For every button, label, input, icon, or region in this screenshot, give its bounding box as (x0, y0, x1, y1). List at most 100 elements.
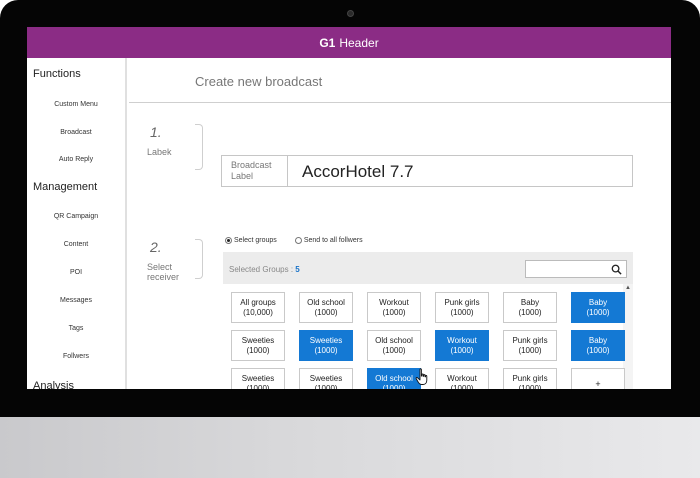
step-2-number: 2. (150, 239, 162, 255)
step-1-divider (195, 124, 203, 170)
radio-select-groups-label: Select groups (234, 237, 277, 244)
sidebar-item-broadcast[interactable]: Broadcast (27, 129, 125, 136)
step-1-number: 1. (150, 124, 162, 140)
group-tile-name: Old school (307, 298, 345, 307)
radio-send-all-dot[interactable] (294, 237, 302, 244)
sidebar-item-auto-reply[interactable]: Auto Reply (27, 156, 125, 163)
sidebar-item-qr-campaign[interactable]: QR Campaign (27, 213, 125, 220)
group-tile-name: Workout (447, 374, 477, 383)
hand-cursor-icon (415, 368, 428, 385)
sidebar-item-tags[interactable]: Tags (27, 325, 125, 332)
group-tile[interactable]: Sweeties (1000) (231, 368, 285, 389)
group-tile[interactable]: Baby (1000) (571, 292, 625, 323)
page-title: Create new broadcast (195, 74, 323, 89)
radio-select-groups[interactable]: Select groups (225, 237, 277, 244)
selected-groups-label: Selected Groups : (229, 265, 296, 274)
group-tile[interactable]: Old school (1000) (367, 330, 421, 361)
header-title: Header (339, 35, 379, 50)
radio-send-all[interactable]: Send to all follwers (294, 237, 363, 244)
title-divider (129, 102, 671, 103)
receiver-radio-group: Select groups Send to all follwers (225, 237, 381, 244)
group-tile-name: + (595, 379, 601, 389)
group-tile-count: (1000) (450, 346, 474, 355)
group-tile-name: Sweeties (309, 374, 343, 383)
sidebar-group-functions: Functions (33, 68, 81, 80)
group-tile[interactable]: Sweeties (1000) (299, 330, 353, 361)
sidebar-item-messages[interactable]: Messages (27, 297, 125, 304)
group-tile-name: Old school (375, 336, 413, 345)
group-tile-name: Workout (379, 298, 409, 307)
group-tile-count: (1000) (518, 384, 542, 389)
group-tile[interactable]: Workout (1000) (435, 330, 489, 361)
step-2-label-line1: Select (147, 262, 173, 272)
group-tile-count: (1000) (450, 308, 474, 317)
group-tile-name: Punk girls (444, 298, 480, 307)
group-tile[interactable]: Punk girls (1000) (435, 292, 489, 323)
group-tile[interactable]: Old school (1000) (367, 368, 421, 389)
group-tile-count: (1000) (314, 308, 338, 317)
search-icon[interactable] (611, 264, 622, 275)
group-tile[interactable]: Punk girls (1000) (503, 368, 557, 389)
radio-send-all-label: Send to all follwers (303, 237, 363, 244)
sidebar-group-management: Management (33, 181, 98, 193)
app-header: G1 Header (27, 27, 671, 58)
group-picker-header: Selected Groups : 5 (223, 252, 633, 284)
radio-select-groups-dot[interactable] (225, 237, 232, 244)
broadcast-label-value[interactable]: AccorHotel 7.7 (302, 162, 414, 182)
header-brand: G1 (319, 35, 336, 50)
sidebar-item-poi[interactable]: POI (27, 269, 125, 276)
group-tile-name: Baby (588, 336, 608, 345)
group-tile-name: Punk girls (512, 374, 548, 383)
group-tile-name: Baby (520, 298, 540, 307)
group-tile-count: (1000) (382, 346, 406, 355)
sidebar-item-follwers[interactable]: Follwers (27, 353, 125, 360)
group-tile-count: (1000) (450, 384, 474, 389)
group-tile-count: (1000) (382, 308, 406, 317)
camera-dot (347, 10, 354, 17)
scroll-up-icon[interactable]: ▲ (625, 285, 631, 291)
group-tile-name: Old school (375, 374, 413, 383)
group-tile[interactable]: Baby (1000) (503, 292, 557, 323)
group-tile-count: (1000) (586, 308, 610, 317)
group-tile-name: Sweeties (241, 336, 275, 345)
group-tile-name: Workout (447, 336, 477, 345)
monitor-stand (0, 417, 700, 478)
group-tile[interactable]: Old school (1000) (299, 292, 353, 323)
main-content: Create new broadcast 1. Labek Broadcast … (129, 58, 671, 389)
step-2-divider (195, 239, 203, 279)
selected-groups-summary: Selected Groups : 5 (229, 265, 300, 274)
group-tile-name: Sweeties (241, 374, 275, 383)
step-2-label-line2: receiver (147, 272, 180, 282)
broadcast-label-field[interactable]: Broadcast Label AccorHotel 7.7 (221, 155, 633, 187)
group-tile-count: (1000) (518, 308, 542, 317)
sidebar: Functions Custom Menu Broadcast Auto Rep… (27, 58, 127, 389)
group-tile-count: (1000) (314, 384, 338, 389)
broadcast-label-key-line2: Label (231, 171, 254, 181)
group-tile[interactable]: Punk girls (1000) (503, 330, 557, 361)
sidebar-item-content[interactable]: Content (27, 241, 125, 248)
monitor-frame: G1 Header Functions Custom Menu Broadcas… (0, 0, 700, 417)
step-1-label: Labek (147, 147, 172, 157)
group-tile-count: (10,000) (243, 308, 273, 317)
group-tile[interactable]: Baby (1000) (571, 330, 625, 361)
broadcast-label-key-line1: Broadcast (231, 160, 272, 170)
sidebar-item-custom-menu[interactable]: Custom Menu (27, 101, 125, 108)
group-tile-name: All groups (240, 298, 276, 307)
app-screen: G1 Header Functions Custom Menu Broadcas… (27, 27, 671, 389)
group-tile[interactable]: Workout (1000) (367, 292, 421, 323)
group-tile-count: (1000) (382, 384, 406, 389)
group-tile[interactable]: Sweeties (1000) (299, 368, 353, 389)
group-tile[interactable]: All groups (10,000) (231, 292, 285, 323)
group-tile-name: Baby (588, 298, 608, 307)
group-tile-name: Sweeties (309, 336, 343, 345)
group-search-input[interactable] (525, 260, 627, 278)
broadcast-label-key: Broadcast Label (222, 156, 288, 186)
sidebar-group-analysis: Analysis (33, 380, 74, 389)
group-tile[interactable]: Workout (1000) (435, 368, 489, 389)
add-group-button[interactable]: + (571, 368, 625, 389)
group-tile-name: Punk girls (512, 336, 548, 345)
group-tile-count: (1000) (246, 384, 270, 389)
group-tile-count: (1000) (586, 346, 610, 355)
group-tile[interactable]: Sweeties (1000) (231, 330, 285, 361)
group-tile-count: (1000) (314, 346, 338, 355)
